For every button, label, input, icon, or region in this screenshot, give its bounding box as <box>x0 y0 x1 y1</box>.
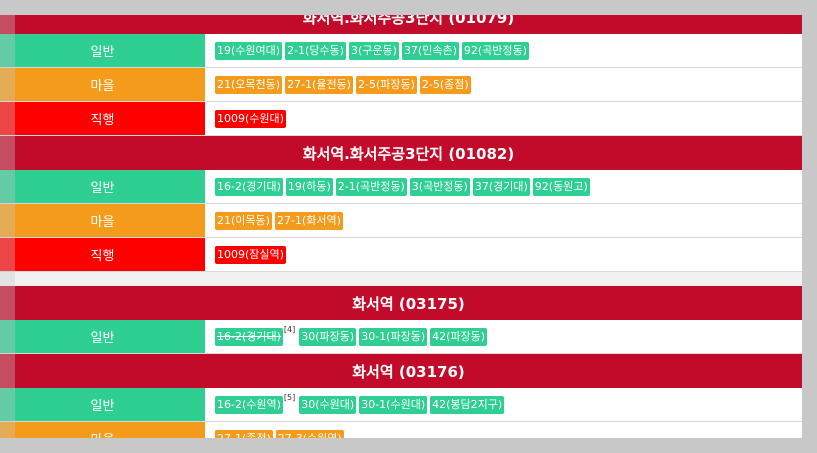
route-badge[interactable]: 37(경기대) <box>472 177 530 196</box>
route-badge-list: 1009(수원대) <box>205 102 817 135</box>
route-row-general: 일반 19(수원여대) 2-1(당수동) 3(구운동) 37(민속촌) 92(곡반정동) <box>0 34 817 68</box>
route-row-general: 일반 16-2(수원역) [5] 30(수원대) 30-1(수원대) 42(봉담2지구) <box>0 388 817 422</box>
route-badge[interactable]: 2-1(당수동) <box>285 41 346 60</box>
route-row-village: 마을 21(오목천동) 27-1(율전동) 2-5(파장동) 2-5(종점) <box>0 68 817 102</box>
route-badge[interactable]: 2-5(종점) <box>419 75 471 94</box>
route-badge[interactable]: 19(하동) <box>285 177 333 196</box>
route-badge[interactable]: 92(동원고) <box>532 177 590 196</box>
route-badge[interactable]: 1009(수원대) <box>215 109 286 128</box>
route-row-direct: 직행 1009(수원대) <box>0 102 817 136</box>
route-row-village: 마을 21(이목동) 27-1(화서역) <box>0 204 817 238</box>
route-badge[interactable]: 2-5(파장동) <box>355 75 417 94</box>
route-category-label: 마을 <box>0 68 205 101</box>
route-badge-list: 19(수원여대) 2-1(당수동) 3(구운동) 37(민속촌) 92(곡반정동) <box>205 34 817 67</box>
route-badge[interactable]: 42(봉담2지구) <box>430 395 505 414</box>
route-category-label: 마을 <box>0 204 205 237</box>
route-badge[interactable]: 30-1(수원대) <box>359 395 428 414</box>
route-category-label: 직행 <box>0 238 205 271</box>
route-category-label: 직행 <box>0 102 205 135</box>
route-badge[interactable]: 92(곡반정동) <box>461 41 529 60</box>
modal-overlay-right <box>802 0 817 453</box>
route-category-label: 일반 <box>0 320 205 353</box>
station-title: 화서역 (03175) <box>0 286 817 320</box>
station-title: 화서역 (03176) <box>0 354 817 388</box>
route-badge-list: 21(이목동) 27-1(화서역) <box>205 204 817 237</box>
route-badge[interactable]: 30(파장동) <box>299 327 357 346</box>
route-badge[interactable]: 1009(잠실역) <box>215 245 286 264</box>
route-badge[interactable]: 2-1(곡반정동) <box>335 177 407 196</box>
route-row-general: 일반 16-2(경기대) 19(하동) 2-1(곡반정동) 3(곡반정동) 37(경기대)… <box>0 170 817 204</box>
bus-route-modal: 화서역.화서주공3단지 (01079) 일반 19(수원여대) 2-1(당수동) 3(구… <box>0 0 817 453</box>
route-category-label: 일반 <box>0 388 205 421</box>
route-badge[interactable]: 16-2(경기대) <box>215 327 283 346</box>
route-badge[interactable]: 16-2(경기대) <box>215 177 283 196</box>
footnote-marker[interactable]: [5] <box>284 393 295 402</box>
route-badge-list: 16-2(경기대) 19(하동) 2-1(곡반정동) 3(곡반정동) 37(경기대) 92… <box>205 170 817 203</box>
route-badge[interactable]: 27-1(화서역) <box>274 211 343 230</box>
route-badge-list: 21(오목천동) 27-1(율전동) 2-5(파장동) 2-5(종점) <box>205 68 817 101</box>
route-badge[interactable]: 3(곡반정동) <box>409 177 470 196</box>
route-badge[interactable]: 3(구운동) <box>348 41 399 60</box>
route-badge-list: 16-2(경기대) [4] 30(파장동) 30-1(파장동) 42(파장동) <box>205 320 817 353</box>
route-badge[interactable]: 30(수원대) <box>299 395 357 414</box>
footnote-marker[interactable]: [4] <box>284 325 295 334</box>
modal-overlay-bottom <box>0 438 817 453</box>
route-badge[interactable]: 30-1(파장동) <box>359 327 428 346</box>
station-title: 화서역.화서주공3단지 (01082) <box>0 136 817 170</box>
station-list: 화서역.화서주공3단지 (01079) 일반 19(수원여대) 2-1(당수동) 3(구… <box>0 0 817 453</box>
route-badge[interactable]: 21(오목천동) <box>215 75 283 94</box>
modal-overlay-top <box>0 0 817 15</box>
route-badge[interactable]: 16-2(수원역) <box>215 395 283 414</box>
route-badge-list: 16-2(수원역) [5] 30(수원대) 30-1(수원대) 42(봉담2지구) <box>205 388 817 421</box>
modal-overlay-left <box>0 0 15 453</box>
route-row-general: 일반 16-2(경기대) [4] 30(파장동) 30-1(파장동) 42(파장동) <box>0 320 817 354</box>
route-badge[interactable]: 37(민속촌) <box>401 41 459 60</box>
route-badge[interactable]: 42(파장동) <box>430 327 488 346</box>
route-badge[interactable]: 21(이목동) <box>215 211 272 230</box>
route-category-label: 일반 <box>0 170 205 203</box>
route-row-direct: 직행 1009(잠실역) <box>0 238 817 272</box>
section-gap <box>0 272 817 286</box>
route-category-label: 일반 <box>0 34 205 67</box>
route-badge[interactable]: 19(수원여대) <box>215 41 283 60</box>
route-badge[interactable]: 27-1(율전동) <box>285 75 353 94</box>
route-badge-list: 1009(잠실역) <box>205 238 817 271</box>
